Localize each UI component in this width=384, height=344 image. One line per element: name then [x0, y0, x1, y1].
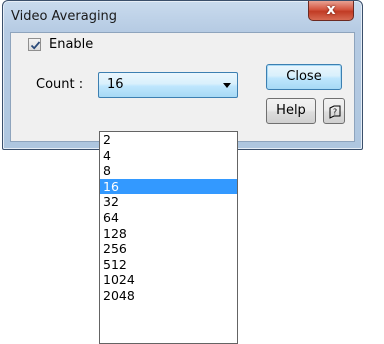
- count-label: Count :: [36, 77, 84, 92]
- count-selected-value: 16: [107, 77, 124, 92]
- dropdown-option[interactable]: 32: [100, 194, 237, 210]
- count-dropdown-list[interactable]: 2 4 8 16 32 64 128 256 512 1024 2048: [99, 131, 238, 344]
- title-bar[interactable]: Video Averaging x: [3, 1, 362, 33]
- dropdown-option[interactable]: 2048: [100, 288, 237, 304]
- dropdown-option[interactable]: 2: [100, 132, 237, 148]
- dropdown-option[interactable]: 16: [100, 178, 237, 195]
- context-help-icon: ?: [329, 105, 341, 119]
- help-button[interactable]: Help: [266, 98, 316, 124]
- svg-text:?: ?: [333, 108, 337, 117]
- dropdown-option[interactable]: 64: [100, 210, 237, 226]
- window-title: Video Averaging: [11, 9, 118, 24]
- context-help-button[interactable]: ?: [323, 98, 345, 124]
- dropdown-option[interactable]: 1024: [100, 272, 237, 288]
- chevron-down-icon[interactable]: [223, 83, 231, 88]
- dropdown-option[interactable]: 8: [100, 163, 237, 179]
- enable-checkbox[interactable]: [28, 37, 41, 51]
- checkmark-icon: [30, 40, 41, 50]
- window-close-button[interactable]: x: [308, 1, 354, 21]
- enable-checkbox-row[interactable]: Enable: [28, 36, 93, 52]
- enable-label: Enable: [49, 36, 94, 52]
- dropdown-option[interactable]: 512: [100, 257, 237, 273]
- count-combobox[interactable]: 16: [98, 72, 238, 98]
- dropdown-option[interactable]: 256: [100, 241, 237, 257]
- dropdown-option[interactable]: 4: [100, 148, 237, 164]
- close-button[interactable]: Close: [266, 64, 342, 90]
- close-icon: x: [326, 2, 336, 18]
- dropdown-option[interactable]: 128: [100, 226, 237, 242]
